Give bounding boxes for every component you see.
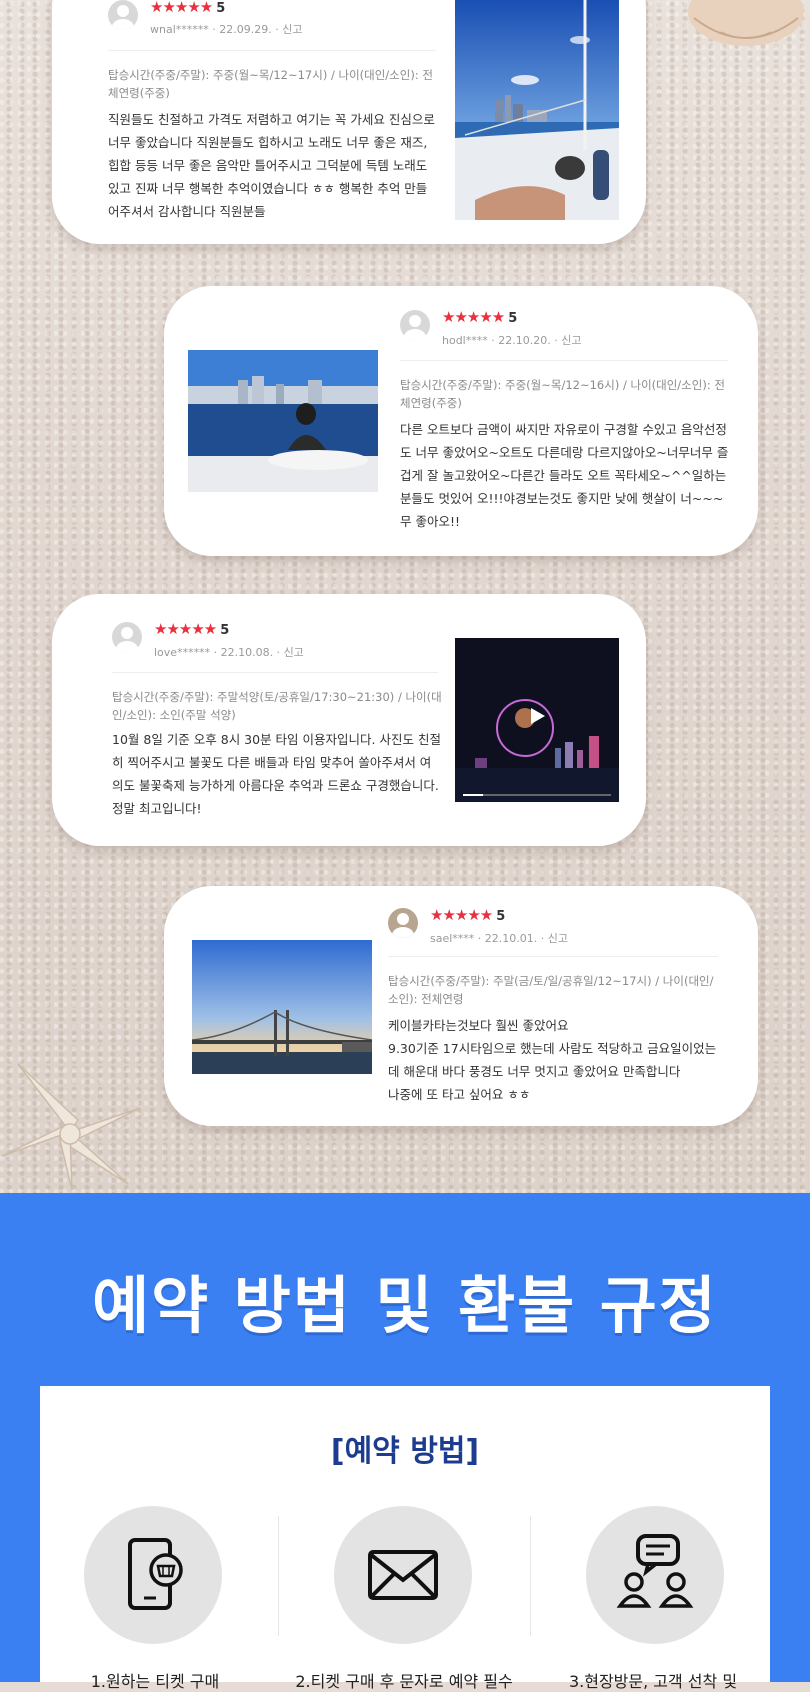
review-text: 10월 8일 기준 오후 8시 30분 타임 이용자입니다. 사진도 친절히 찍…: [112, 732, 441, 816]
seashell-decoration: [688, 0, 804, 46]
report-link[interactable]: 신고: [548, 932, 568, 945]
step-1-label: 1.원하는 티켓 구매: [90, 1672, 220, 1691]
divider: [112, 672, 438, 673]
divider: [388, 956, 718, 957]
chat-people-icon: [616, 1534, 694, 1608]
step-1-circle: [84, 1506, 222, 1644]
review-info: 탑승시간(주중/주말): 주말석양(토/공휴일/17:30~21:30) / 나…: [112, 690, 442, 722]
avatar: [112, 622, 142, 652]
report-link[interactable]: 신고: [284, 646, 304, 659]
starfish-decoration: [1, 1063, 141, 1191]
avatar: [388, 908, 418, 938]
rating-stars: ★★★★★ 5: [154, 620, 230, 638]
mobile-shop-icon: [128, 1538, 183, 1610]
report-link[interactable]: 신고: [282, 23, 302, 36]
section-title: 예약 방법 및 환불 규정: [92, 1269, 718, 1342]
step-divider: [530, 1516, 531, 1636]
step-2-label: 2.티켓 구매 후 문자로 예약 필수: [295, 1672, 513, 1691]
review-text: 다른 오트보다 금액이 싸지만 자유로이 구경할 수있고 음악선정도 너무 좋았…: [400, 422, 729, 529]
envelope-icon: [368, 1550, 438, 1600]
step-2-circle: [334, 1506, 472, 1644]
review-photo-1[interactable]: [455, 0, 619, 220]
review-date: 22.10.08.: [220, 646, 274, 659]
review-meta: sael**** · 22.10.01. · 신고: [430, 932, 569, 945]
review-meta: hodl**** · 22.10.20. · 신고: [442, 334, 582, 347]
review-info: 탑승시간(주중/주말): 주중(월~목/12~16시) / 나이(대인/소인):…: [400, 378, 725, 410]
step-divider: [278, 1516, 279, 1636]
rating-score: 5: [220, 623, 230, 638]
divider: [108, 50, 436, 51]
step-3-label: 3.현장방문, 고객 선착 및: [568, 1672, 738, 1691]
review-video-3[interactable]: [455, 638, 619, 802]
review-user: hodl****: [442, 334, 488, 347]
rating-stars: ★★★★★ 5: [442, 308, 518, 326]
review-info: 탑승시간(주중/주말): 주중(월~목/12~17시) / 나이(대인/소인):…: [108, 68, 433, 100]
review-photo-2[interactable]: [188, 350, 378, 492]
panel-title: [예약 방법]: [330, 1434, 480, 1469]
review-date: 22.10.20.: [498, 334, 551, 347]
rating-score: 5: [216, 1, 226, 16]
review-meta: love****** · 22.10.08. · 신고: [154, 646, 304, 659]
review-text: 케이블카타는것보다 훨씬 좋았어요 9.30기준 17시타임으로 했는데 사람도…: [388, 1018, 717, 1102]
review-user: wnal******: [150, 23, 209, 36]
rating-stars: ★★★★★ 5: [150, 0, 226, 16]
review-photo-4[interactable]: [192, 940, 372, 1074]
divider: [400, 360, 728, 361]
review-info: 탑승시간(주중/주말): 주말(금/토/일/공휴일/12~17시) / 나이(대…: [388, 974, 714, 1006]
rating-score: 5: [508, 311, 518, 326]
reservation-panel: [예약 방법] 1.원하는 티켓 구매 2.티켓 구매 후 문자로 예약 필수 …: [40, 1386, 770, 1691]
avatar: [108, 0, 138, 30]
avatar: [400, 310, 430, 340]
review-user: love******: [154, 646, 211, 659]
review-text: 직원들도 친절하고 가격도 저렴하고 여기는 꼭 가세요 진심으로 너무 좋았습…: [108, 112, 435, 219]
review-date: 22.09.29.: [219, 23, 272, 36]
step-3-circle: [586, 1506, 724, 1644]
report-link[interactable]: 신고: [561, 334, 581, 347]
rating-score: 5: [496, 909, 506, 924]
review-user: sael****: [430, 932, 475, 945]
review-meta: wnal****** · 22.09.29. · 신고: [150, 23, 303, 36]
review-date: 22.10.01.: [484, 932, 538, 945]
rating-stars: ★★★★★ 5: [430, 906, 506, 924]
